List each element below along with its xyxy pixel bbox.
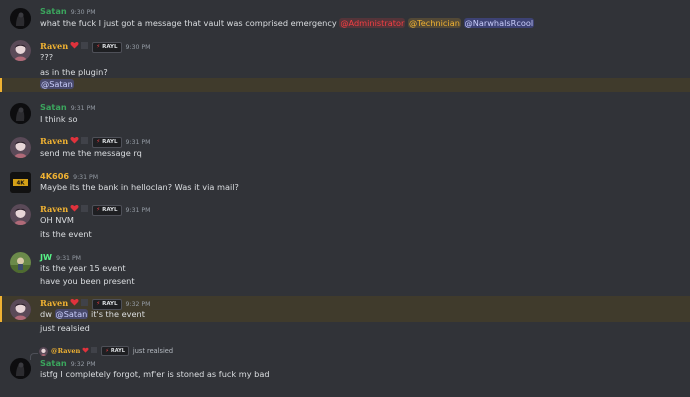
highlighted-mention-row[interactable]: @Satan: [0, 78, 690, 92]
message-text: OH NVM: [40, 215, 74, 225]
timestamp[interactable]: 9:31 PM: [126, 207, 151, 214]
reply-preview[interactable]: @Raven ⚡ RAYL just realsied: [51, 346, 173, 356]
reply-text: just realsied: [132, 347, 174, 355]
heart-icon: [70, 298, 79, 309]
message-raven-4-continued[interactable]: just realsied: [0, 322, 690, 336]
message-satan-2[interactable]: Satan 9:31 PM I think so: [0, 100, 690, 128]
avatar-4k606[interactable]: 4K: [10, 172, 31, 193]
heart-icon: [70, 41, 79, 52]
server-tag[interactable]: ⚡ RAYL: [92, 205, 122, 216]
badge-icon: [81, 41, 89, 52]
reply-username[interactable]: @Raven: [51, 347, 80, 355]
heart-icon: [70, 204, 79, 215]
avatar-raven[interactable]: [10, 299, 31, 320]
message-text: istfg I completely forgot, mf'er is ston…: [40, 369, 270, 379]
avatar-raven[interactable]: [10, 137, 31, 158]
message-header: Raven ⚡ RAYL 9:30 PM: [40, 41, 150, 53]
avatar-4k606-text: 4K: [16, 181, 25, 187]
message-text: have you been present: [40, 276, 135, 286]
server-tag[interactable]: ⚡ RAYL: [92, 42, 122, 53]
username-4k606[interactable]: 4K606: [40, 171, 69, 181]
timestamp[interactable]: 9:32 PM: [71, 361, 96, 368]
message-raven-3[interactable]: Raven ⚡ RAYL 9:31 PM OH NVM its the event: [0, 203, 690, 243]
timestamp[interactable]: 9:31 PM: [56, 255, 81, 262]
username-satan[interactable]: Satan: [40, 358, 67, 368]
mention-narwhalsrcool[interactable]: @NarwhalsRcool: [463, 18, 535, 28]
reply-avatar-raven[interactable]: [39, 347, 48, 356]
username-jw[interactable]: JW: [40, 252, 52, 262]
heart-icon: [82, 346, 89, 356]
avatar-satan[interactable]: [10, 103, 31, 124]
username-raven[interactable]: Raven: [40, 136, 68, 146]
badge-icon: [91, 346, 98, 356]
message-satan-1[interactable]: Satan 9:30 PM what the fuck I just got a …: [0, 2, 690, 36]
mention-satan[interactable]: @Satan: [54, 309, 89, 319]
avatar-satan[interactable]: [10, 358, 31, 379]
server-tag[interactable]: ⚡ RAYL: [92, 137, 122, 148]
message-header: Satan 9:31 PM: [40, 102, 96, 114]
avatar-raven[interactable]: [10, 40, 31, 61]
mention-administrator[interactable]: @Administrator: [339, 18, 406, 28]
mention-technician[interactable]: @Technician: [407, 18, 461, 28]
timestamp[interactable]: 9:32 PM: [126, 301, 151, 308]
message-text: ???: [40, 52, 54, 62]
username-raven[interactable]: Raven: [40, 41, 68, 51]
avatar-raven[interactable]: [10, 204, 31, 225]
username-raven[interactable]: Raven: [40, 204, 68, 214]
timestamp[interactable]: 9:31 PM: [73, 174, 98, 181]
username-satan[interactable]: Satan: [40, 102, 67, 112]
timestamp[interactable]: 9:30 PM: [71, 9, 96, 16]
heart-icon: [70, 136, 79, 147]
message-text: I think so: [40, 114, 78, 124]
message-text: send me the message rq: [40, 148, 142, 158]
message-4k606[interactable]: 4K 4K606 9:31 PM Maybe its the bank in he…: [0, 169, 690, 197]
message-raven-4[interactable]: Raven ⚡ RAYL 9:32 PM dw @Satan it's the eve…: [0, 296, 690, 322]
timestamp[interactable]: 9:30 PM: [126, 44, 151, 51]
chat-log: Satan 9:30 PM what the fuck I just got a …: [0, 0, 690, 397]
message-raven-2[interactable]: Raven ⚡ RAYL 9:31 PM send me the message rq: [0, 134, 690, 162]
message-text: as in the plugin?: [40, 67, 108, 77]
server-tag[interactable]: ⚡ RAYL: [101, 346, 129, 356]
avatar-satan[interactable]: [10, 8, 31, 29]
message-raven-1[interactable]: Raven ⚡ RAYL 9:30 PM ??? as in the plugin?: [0, 38, 690, 78]
message-jw[interactable]: JW 9:31 PM its the year 15 event have you…: [0, 250, 690, 290]
badge-icon: [81, 204, 89, 215]
message-text: Maybe its the bank in helloclan? Was it …: [40, 182, 239, 192]
mention-satan[interactable]: @Satan: [40, 79, 74, 89]
message-satan-3[interactable]: Satan 9:32 PM istfg I completely forgot, …: [0, 356, 690, 384]
avatar-jw[interactable]: [10, 252, 31, 273]
message-text: what the fuck I just got a message that …: [40, 18, 535, 28]
timestamp[interactable]: 9:31 PM: [71, 105, 96, 112]
message-header: Raven ⚡ RAYL 9:31 PM: [40, 136, 150, 148]
message-text: its the event: [40, 229, 92, 239]
badge-icon: [81, 136, 89, 147]
timestamp[interactable]: 9:31 PM: [126, 139, 151, 146]
message-text: just realsied: [40, 323, 90, 333]
badge-icon: [81, 298, 89, 309]
message-text: dw @Satan it's the event: [40, 309, 145, 319]
username-raven[interactable]: Raven: [40, 298, 68, 308]
message-header: Satan 9:30 PM: [40, 6, 96, 18]
username-satan[interactable]: Satan: [40, 6, 67, 16]
message-text: its the year 15 event: [40, 263, 126, 273]
